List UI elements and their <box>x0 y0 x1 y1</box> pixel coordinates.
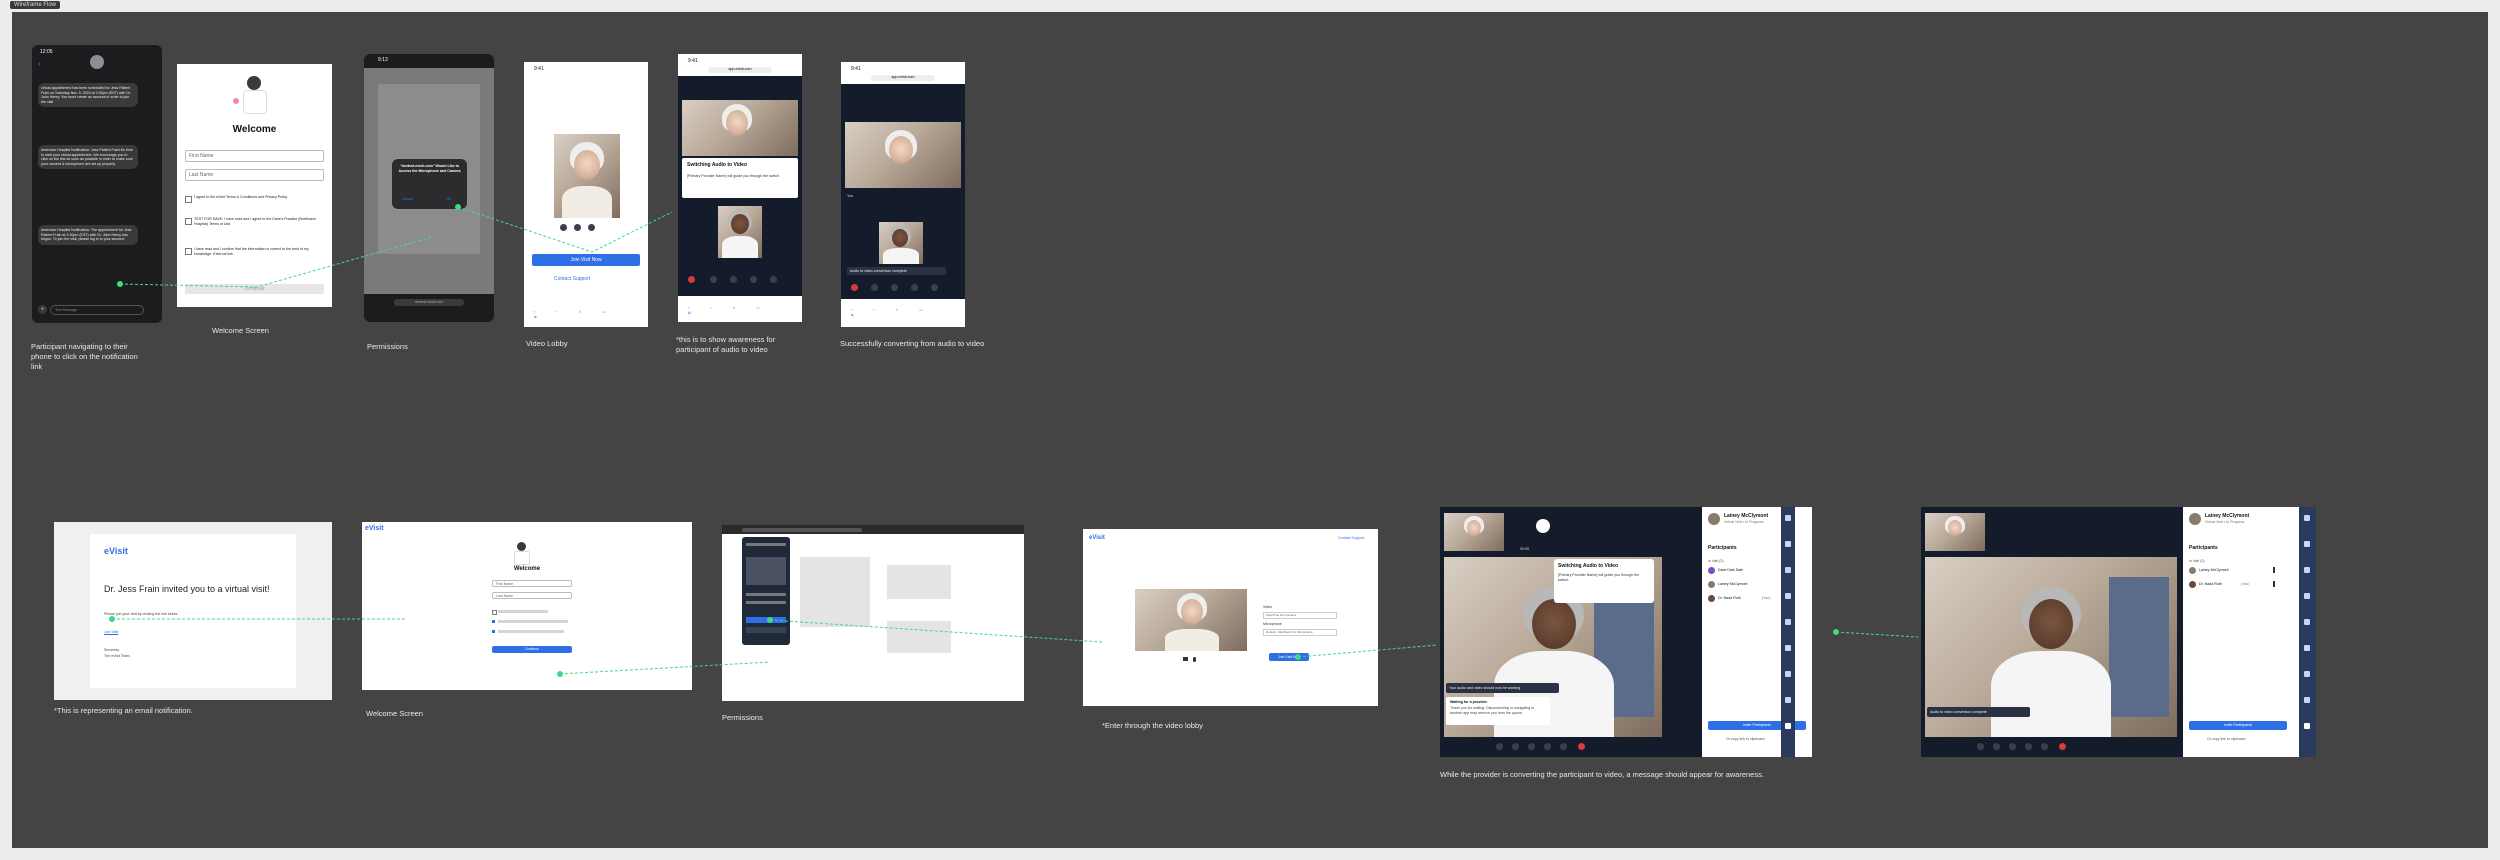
flow-arrow <box>1297 644 1438 658</box>
flow-arrow <box>1835 631 1919 638</box>
flow-arrow <box>119 236 433 288</box>
flow-dot <box>1833 629 1839 635</box>
flow-dot <box>1295 654 1301 660</box>
flow-dot <box>767 617 773 623</box>
flow-dot <box>109 616 115 622</box>
flow-arrow <box>457 206 673 253</box>
flow-dot <box>557 671 563 677</box>
flow-arrow <box>559 661 771 675</box>
flow-dot <box>117 281 123 287</box>
canvas: 12:05 ‹ virtual appointment has been sch… <box>12 12 2488 848</box>
flow-arrow <box>769 619 1103 643</box>
frame-tag: Wireframe Flow <box>10 1 61 9</box>
flow-arrows <box>109 204 1919 677</box>
flow-dot <box>455 204 461 210</box>
